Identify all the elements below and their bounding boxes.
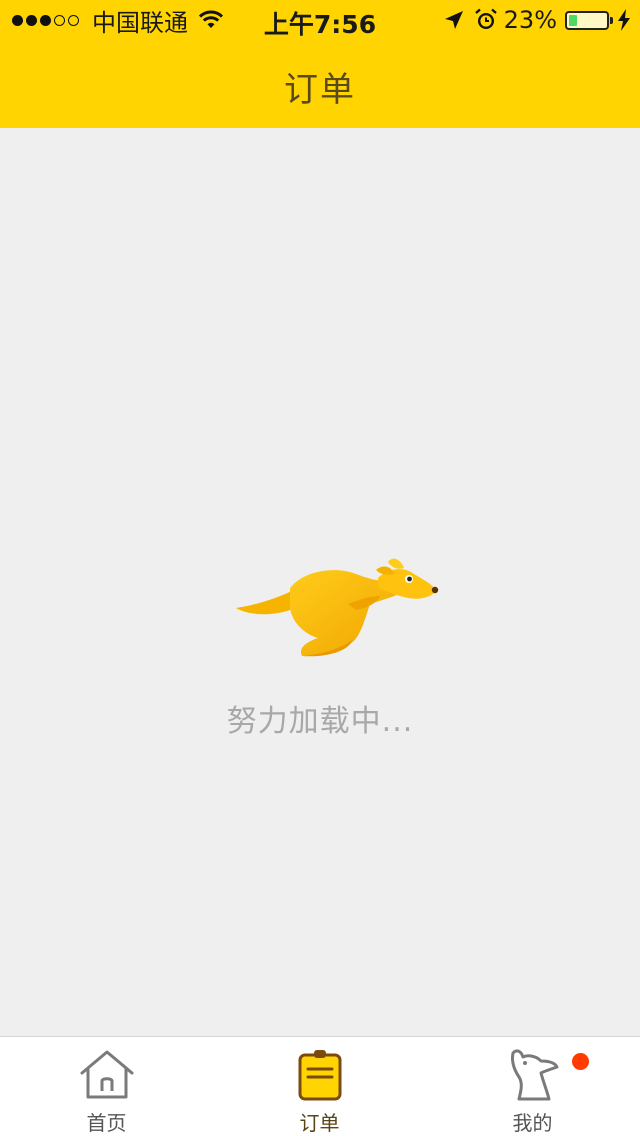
location-arrow-icon <box>444 11 463 29</box>
kangaroo-profile-icon <box>510 1049 558 1101</box>
status-bar: 中国联通 上午7:56 23% <box>0 0 640 40</box>
battery-indicator <box>565 10 613 30</box>
charging-bolt-icon <box>618 9 630 31</box>
status-right: 23% <box>444 6 630 34</box>
alarm-icon <box>474 8 497 29</box>
loading-text: 努力加载中... <box>226 704 414 739</box>
tab-home[interactable]: 首页 <box>0 1037 213 1136</box>
battery-fill <box>569 14 577 26</box>
page-title: 订单 <box>284 70 356 110</box>
tab-label-mine: 我的 <box>512 1111 553 1135</box>
battery-percent: 23% <box>503 6 557 34</box>
notification-badge <box>572 1053 589 1070</box>
tab-mine[interactable]: 我的 <box>426 1037 639 1136</box>
home-icon <box>80 1050 133 1099</box>
kangaroo-icon <box>236 558 439 657</box>
tab-orders[interactable]: 订单 <box>213 1037 426 1136</box>
tab-label-orders: 订单 <box>299 1111 340 1135</box>
tab-bar: 首页 订单 我的 <box>0 1036 640 1136</box>
order-clipboard-icon <box>298 1050 341 1101</box>
header: 中国联通 上午7:56 23% 订单 <box>0 0 640 128</box>
battery-nub <box>610 16 613 24</box>
tab-label-home: 首页 <box>86 1111 127 1135</box>
